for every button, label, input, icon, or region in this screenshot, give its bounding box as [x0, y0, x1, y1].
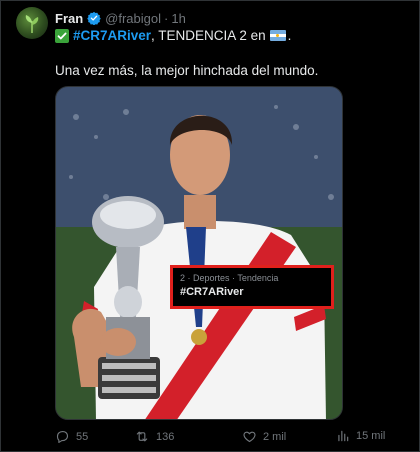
timestamp[interactable]: 1h — [171, 11, 185, 26]
photo-scene — [56, 87, 342, 419]
verified-badge-icon — [87, 11, 101, 25]
tweet[interactable]: Fran @frabigol · 1h #CR7ARiver , TENDENC… — [0, 0, 420, 452]
separator-dot: · — [164, 10, 169, 26]
check-mark-emoji-icon — [55, 28, 69, 43]
display-name[interactable]: Fran — [55, 11, 83, 26]
tweet-actions: 55 136 2 mil 15 mil — [55, 429, 395, 447]
trend-meta: 2 · Deportes · Tendencia — [180, 273, 279, 283]
views-icon — [338, 430, 349, 442]
reply-count: 55 — [76, 430, 89, 443]
avatar[interactable] — [16, 7, 48, 39]
views-button[interactable]: 15 mil — [336, 429, 385, 443]
tweet-text-period: . — [287, 28, 292, 43]
tweet-media-image[interactable]: 2 · Deportes · Tendencia #CR7ARiver — [55, 86, 343, 420]
reply-button[interactable]: 55 — [55, 429, 88, 444]
view-count: 15 mil — [356, 430, 386, 442]
avatar-plant-icon — [25, 15, 39, 33]
reply-icon — [56, 430, 69, 443]
repost-count: 136 — [156, 430, 175, 443]
tweet-text-segment: , TENDENCIA 2 en — [151, 28, 266, 43]
argentina-flag-icon — [269, 30, 286, 41]
repost-icon — [136, 431, 148, 442]
hashtag-link[interactable]: #CR7ARiver — [73, 28, 151, 43]
trend-hashtag: #CR7ARiver — [180, 286, 244, 298]
tweet-header: Fran @frabigol · 1h — [55, 9, 186, 27]
trend-card-overlay: 2 · Deportes · Tendencia #CR7ARiver — [170, 265, 334, 309]
repost-button[interactable]: 136 — [134, 429, 174, 444]
tweet-text-line-2: Una vez más, la mejor hinchada del mundo… — [55, 63, 319, 78]
like-icon — [243, 431, 256, 443]
like-count: 2 mil — [263, 430, 287, 443]
tweet-text-line-1: #CR7ARiver , TENDENCIA 2 en . — [55, 28, 291, 43]
like-button[interactable]: 2 mil — [242, 429, 286, 444]
handle[interactable]: @frabigol — [105, 11, 161, 26]
